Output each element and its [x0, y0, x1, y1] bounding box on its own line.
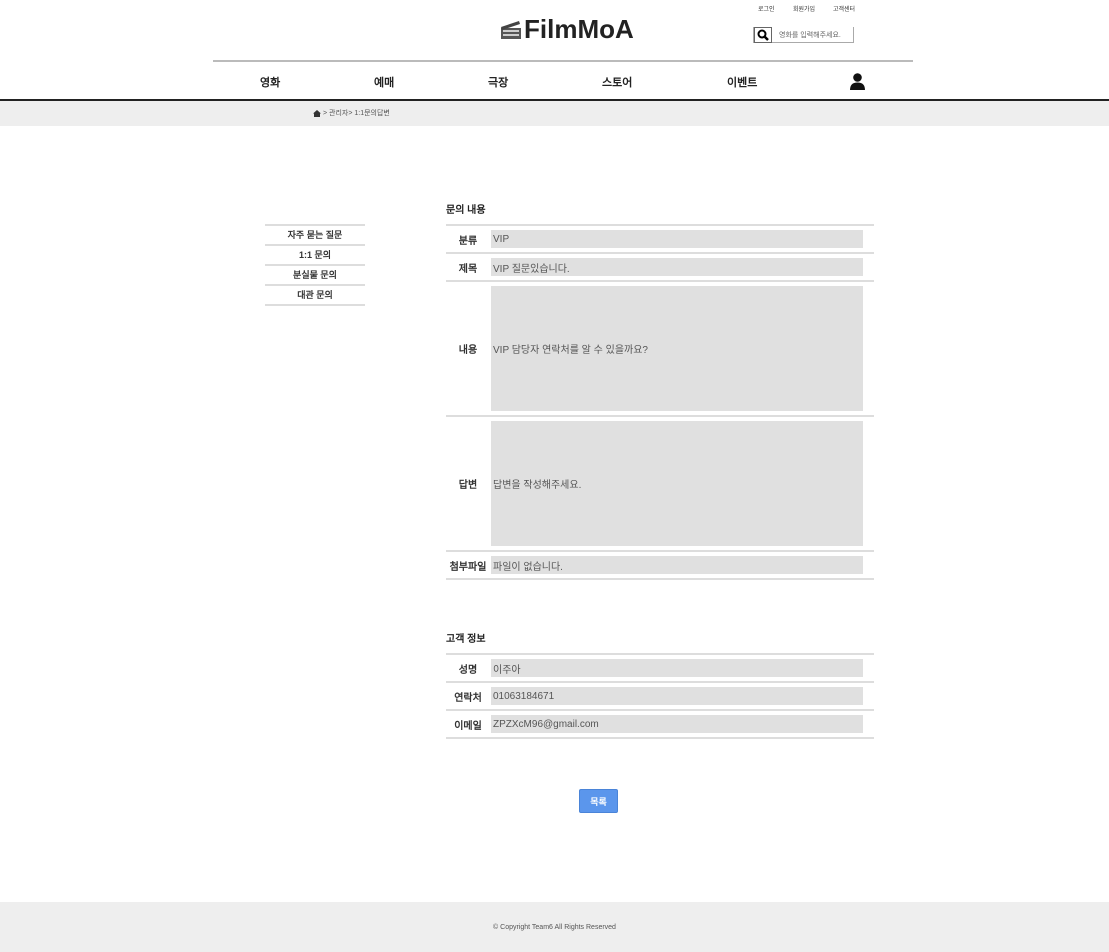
- home-icon[interactable]: [313, 109, 321, 117]
- breadcrumb-bar: [0, 101, 1109, 126]
- content-field: VIP 담당자 연락처를 알 수 있을까요?: [491, 286, 863, 411]
- sidebar-item-lost[interactable]: 분실물 문의: [265, 266, 365, 286]
- inquiry-table: 분류 VIP 제목 VIP 질문있습니다. 내용 VIP 담당자 연락처를 알 수 있…: [446, 224, 874, 580]
- name-field: 이주아: [491, 659, 863, 677]
- search-box[interactable]: 영화를 입력해주세요.: [753, 26, 854, 43]
- user-icon[interactable]: [850, 73, 865, 90]
- label: 성명: [458, 664, 478, 676]
- row-answer: 답변 답변을 작성해주세요.: [446, 417, 874, 552]
- sidebar-item-1to1[interactable]: 1:1 문의: [265, 246, 365, 266]
- list-button[interactable]: 목록: [579, 789, 618, 813]
- label: 연락처: [454, 692, 482, 704]
- nav-theater[interactable]: 극장: [488, 74, 508, 90]
- row-email: 이메일 ZPZXcM96@gmail.com: [446, 711, 874, 739]
- search-icon: [757, 29, 769, 41]
- subject-field: VIP 질문있습니다.: [491, 258, 863, 276]
- label: 이메일: [454, 720, 482, 732]
- label: 분류: [458, 235, 478, 247]
- logo[interactable]: FilmMoA: [500, 14, 634, 45]
- login-link[interactable]: 로그인: [758, 4, 775, 13]
- answer-textarea[interactable]: 답변을 작성해주세요.: [491, 421, 863, 546]
- sidebar-item-faq[interactable]: 자주 묻는 질문: [265, 226, 365, 246]
- search-button[interactable]: [754, 26, 772, 43]
- inquiry-title: 문의 내용: [446, 205, 486, 216]
- nav-booking[interactable]: 예매: [374, 74, 394, 90]
- footer: © Copyright Team6 All Rights Reserved: [0, 902, 1109, 952]
- category-field: VIP: [491, 230, 863, 248]
- row-name: 성명 이주아: [446, 655, 874, 683]
- label: 내용: [458, 345, 478, 356]
- logo-text: FilmMoA: [524, 14, 634, 44]
- row-attachment: 첨부파일 파일이 없습니다.: [446, 552, 874, 580]
- label: 답변: [458, 480, 478, 491]
- nav-store[interactable]: 스토어: [602, 74, 632, 90]
- copyright: © Copyright Team6 All Rights Reserved: [493, 923, 616, 931]
- row-phone: 연락처 01063184671: [446, 683, 874, 711]
- customer-center-link[interactable]: 고객센터: [833, 4, 855, 13]
- nav-movie[interactable]: 영화: [260, 74, 280, 90]
- customer-table: 성명 이주아 연락처 01063184671 이메일 ZPZXcM96@gmail.c…: [446, 653, 874, 739]
- row-category: 분류 VIP: [446, 226, 874, 254]
- nav-event[interactable]: 이벤트: [727, 74, 757, 90]
- customer-title: 고객 정보: [446, 634, 486, 645]
- clapperboard-icon: [501, 20, 521, 39]
- email-field: ZPZXcM96@gmail.com: [491, 715, 863, 733]
- attachment-field: 파일이 없습니다.: [491, 556, 863, 574]
- phone-field: 01063184671: [491, 687, 863, 705]
- breadcrumb: > 관리자> 1:1문의답변: [313, 108, 390, 118]
- sidebar: 자주 묻는 질문 1:1 문의 분실물 문의 대관 문의: [265, 224, 365, 306]
- search-input[interactable]: 영화를 입력해주세요.: [779, 30, 841, 40]
- row-subject: 제목 VIP 질문있습니다.: [446, 254, 874, 282]
- divider: [213, 60, 913, 62]
- sidebar-item-rental[interactable]: 대관 문의: [265, 286, 365, 306]
- row-content: 내용 VIP 담당자 연락처를 알 수 있을까요?: [446, 282, 874, 417]
- breadcrumb-text: > 관리자> 1:1문의답변: [323, 110, 390, 117]
- signup-link[interactable]: 회원가입: [793, 4, 815, 13]
- label: 첨부파일: [449, 561, 487, 573]
- label: 제목: [458, 263, 478, 275]
